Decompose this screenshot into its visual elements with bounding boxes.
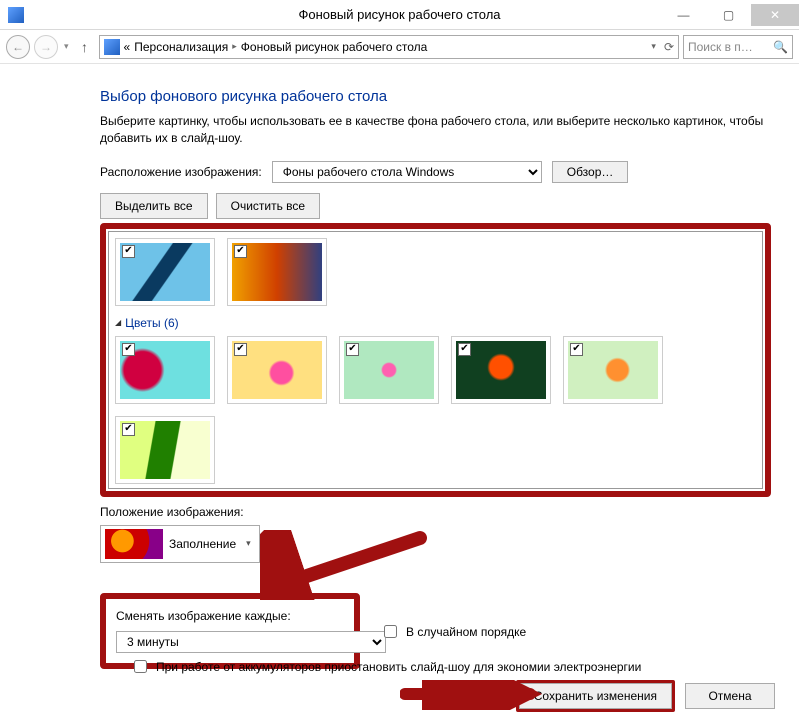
history-dropdown[interactable]: ▾ (62, 41, 71, 52)
up-button[interactable]: ↑ (75, 39, 95, 55)
location-row: Расположение изображения: Фоны рабочего … (100, 161, 771, 183)
position-label: Положение изображения: (100, 505, 771, 519)
nav-bar: ← → ▾ ↑ « Персонализация ▸ Фоновый рисун… (0, 30, 799, 64)
back-button[interactable]: ← (6, 35, 30, 59)
save-button[interactable]: Сохранить изменения (519, 683, 672, 709)
location-select[interactable]: Фоны рабочего стола Windows (272, 161, 542, 183)
wallpaper-thumb[interactable]: ✔ (115, 336, 215, 404)
thumb-checkbox[interactable]: ✔ (122, 245, 135, 258)
position-select[interactable]: Заполнение ▾ (100, 525, 260, 563)
window-title: Фоновый рисунок рабочего стола (0, 7, 799, 22)
wallpaper-thumb[interactable]: ✔ (227, 238, 327, 306)
crumb-sep-icon: ▸ (232, 41, 237, 52)
crumb-root: « (124, 40, 131, 54)
wallpaper-thumb[interactable]: ✔ (115, 416, 215, 484)
crumb-background[interactable]: Фоновый рисунок рабочего стола (241, 40, 428, 54)
position-value: Заполнение (169, 537, 236, 551)
selection-row: Выделить все Очистить все (100, 193, 771, 219)
location-label: Расположение изображения: (100, 165, 262, 179)
thumb-checkbox[interactable]: ✔ (346, 343, 359, 356)
search-placeholder: Поиск в п… (688, 40, 769, 54)
wallpaper-thumb[interactable]: ✔ (227, 336, 327, 404)
gallery-highlight: ✔ ✔ ◢ Цветы (6) ✔ ✔ ✔ ✔ ✔ ✔ (100, 223, 771, 497)
thumb-checkbox[interactable]: ✔ (234, 245, 247, 258)
thumb-checkbox[interactable]: ✔ (122, 343, 135, 356)
select-all-button[interactable]: Выделить все (100, 193, 208, 219)
wallpaper-thumb[interactable]: ✔ (451, 336, 551, 404)
footer-buttons: Сохранить изменения Отмена (516, 680, 775, 712)
location-icon (104, 39, 120, 55)
refresh-button[interactable]: ⟳ (664, 40, 674, 54)
change-interval-select[interactable]: 3 минуты (116, 631, 386, 653)
thumb-checkbox[interactable]: ✔ (122, 423, 135, 436)
address-bar[interactable]: « Персонализация ▸ Фоновый рисунок рабоч… (99, 35, 679, 59)
clear-all-button[interactable]: Очистить все (216, 193, 320, 219)
search-icon: 🔍 (773, 40, 788, 54)
thumb-checkbox[interactable]: ✔ (234, 343, 247, 356)
gallery[interactable]: ✔ ✔ ◢ Цветы (6) ✔ ✔ ✔ ✔ ✔ ✔ (108, 231, 763, 489)
random-order-checkbox[interactable] (384, 625, 397, 638)
random-order-label: В случайном порядке (406, 625, 526, 639)
wallpaper-thumb[interactable]: ✔ (115, 238, 215, 306)
group-flowers-header[interactable]: ◢ Цветы (6) (115, 316, 756, 330)
thumb-checkbox[interactable]: ✔ (458, 343, 471, 356)
address-dropdown-icon[interactable]: ▾ (651, 41, 656, 52)
random-order-row: В случайном порядке (380, 622, 526, 641)
group-flowers-label: Цветы (6) (125, 316, 179, 330)
main-content: Выбор фонового рисунка рабочего стола Вы… (0, 64, 799, 669)
titlebar: Фоновый рисунок рабочего стола — ▢ ✕ (0, 0, 799, 30)
collapse-icon: ◢ (115, 318, 121, 327)
save-highlight: Сохранить изменения (516, 680, 675, 712)
cancel-button[interactable]: Отмена (685, 683, 775, 709)
thumb-checkbox[interactable]: ✔ (570, 343, 583, 356)
battery-label: При работе от аккумуляторов приостановит… (156, 660, 641, 674)
wallpaper-thumb[interactable]: ✔ (563, 336, 663, 404)
chevron-down-icon: ▾ (242, 538, 255, 549)
position-preview-icon (105, 529, 163, 559)
battery-checkbox[interactable] (134, 660, 147, 673)
search-input[interactable]: Поиск в п… 🔍 (683, 35, 793, 59)
page-heading: Выбор фонового рисунка рабочего стола (100, 88, 771, 105)
forward-button[interactable]: → (34, 35, 58, 59)
battery-row: При работе от аккумуляторов приостановит… (130, 657, 641, 676)
browse-button[interactable]: Обзор… (552, 161, 629, 183)
crumb-personalization[interactable]: Персонализация (134, 40, 228, 54)
wallpaper-thumb[interactable]: ✔ (339, 336, 439, 404)
page-subtext: Выберите картинку, чтобы использовать ее… (100, 113, 771, 147)
change-interval-label: Сменять изображение каждые: (116, 609, 340, 623)
